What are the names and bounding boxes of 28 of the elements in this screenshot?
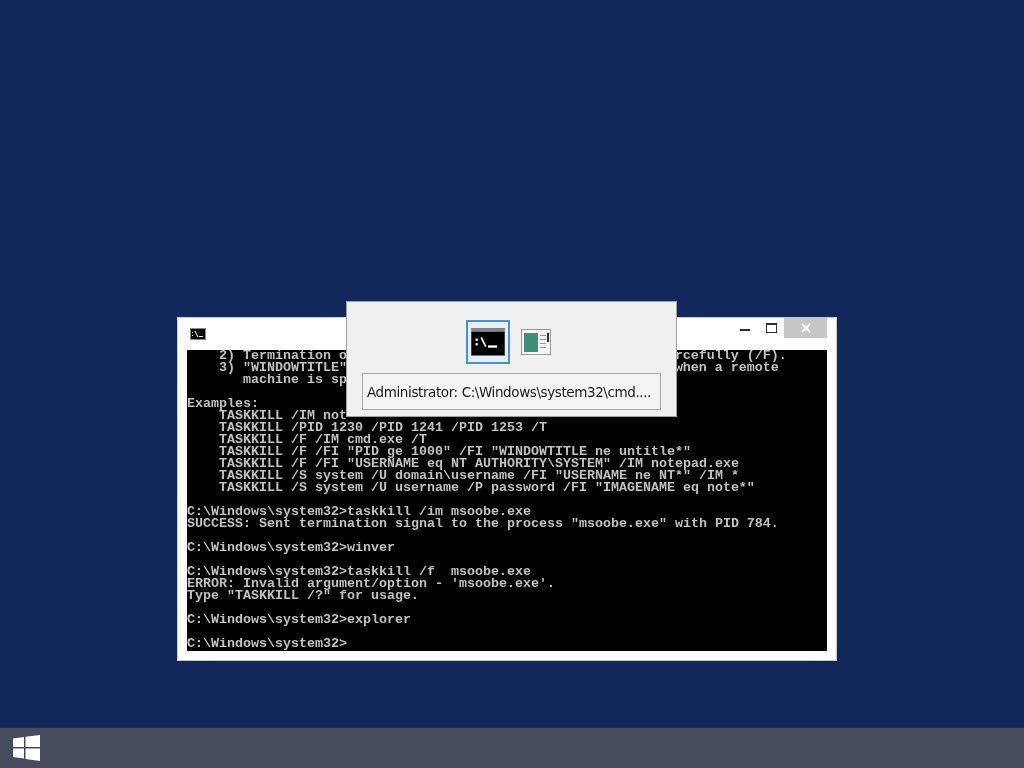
console-line: machine is sp: [242, 374, 347, 386]
console-line: ERROR: Invalid argument/option - 'msoobe.exe'.: [187, 578, 555, 590]
console-line: SUCCESS: Sent termination signal to the process "msoobe.exe" with PID 784.: [187, 518, 779, 530]
console-line: TASKKILL /PID 1230 /PID 1241 /PID 1253 /T: [218, 422, 547, 434]
console-line: C:\Windows\system32>taskkill /im msoobe.exe: [187, 506, 531, 518]
window-icon: [520, 329, 551, 355]
window-title: Administrator: C:\Windows\system32\cmd....: [362, 373, 661, 410]
console-line: C:\Windows\system32>explorer: [187, 614, 411, 626]
console-line: C:\Windows\system32>: [187, 638, 347, 650]
windows-logo-icon: [12, 735, 40, 761]
console-line: C:\Windows\system32>taskkill /f msoobe.exe: [187, 566, 531, 578]
close-icon: [800, 323, 811, 333]
console-line: Type "TASKKILL /?" for usage.: [187, 590, 419, 602]
window-thumbnail[interactable]: [465, 320, 510, 364]
console-line: TASKKILL /F /IM cmd.exe /T: [218, 434, 427, 446]
console-icon: [470, 328, 505, 356]
console-line: TASKKILL /S system /U username /P password /FI "IMAGENAME eq note*": [218, 482, 755, 494]
console-line: TASKKILL /IM not: [219, 410, 347, 422]
console-line: TASKKILL /F /FI "USERNAME eq NT AUTHORITY\SYSTEM" /IM notepad.exe: [218, 458, 739, 470]
start-button[interactable]: [10, 732, 42, 764]
console-line: TASKKILL /F /FI "PID ge 1000" /FI "WINDOWTITLE ne untitle*": [218, 446, 691, 458]
console-line: 2) Termination o: [218, 350, 347, 362]
maximize-icon: [765, 323, 777, 333]
console-line: 3) "WINDOWTITLE": [218, 362, 347, 374]
console-line: TASKKILL /S system /U domain\username /FI "USERNAME ne NT*" /IM *: [218, 470, 739, 482]
console-icon: [190, 328, 206, 340]
console-line: C:\Windows\system32>winver: [187, 542, 395, 554]
console-line: Examples:: [187, 398, 259, 410]
